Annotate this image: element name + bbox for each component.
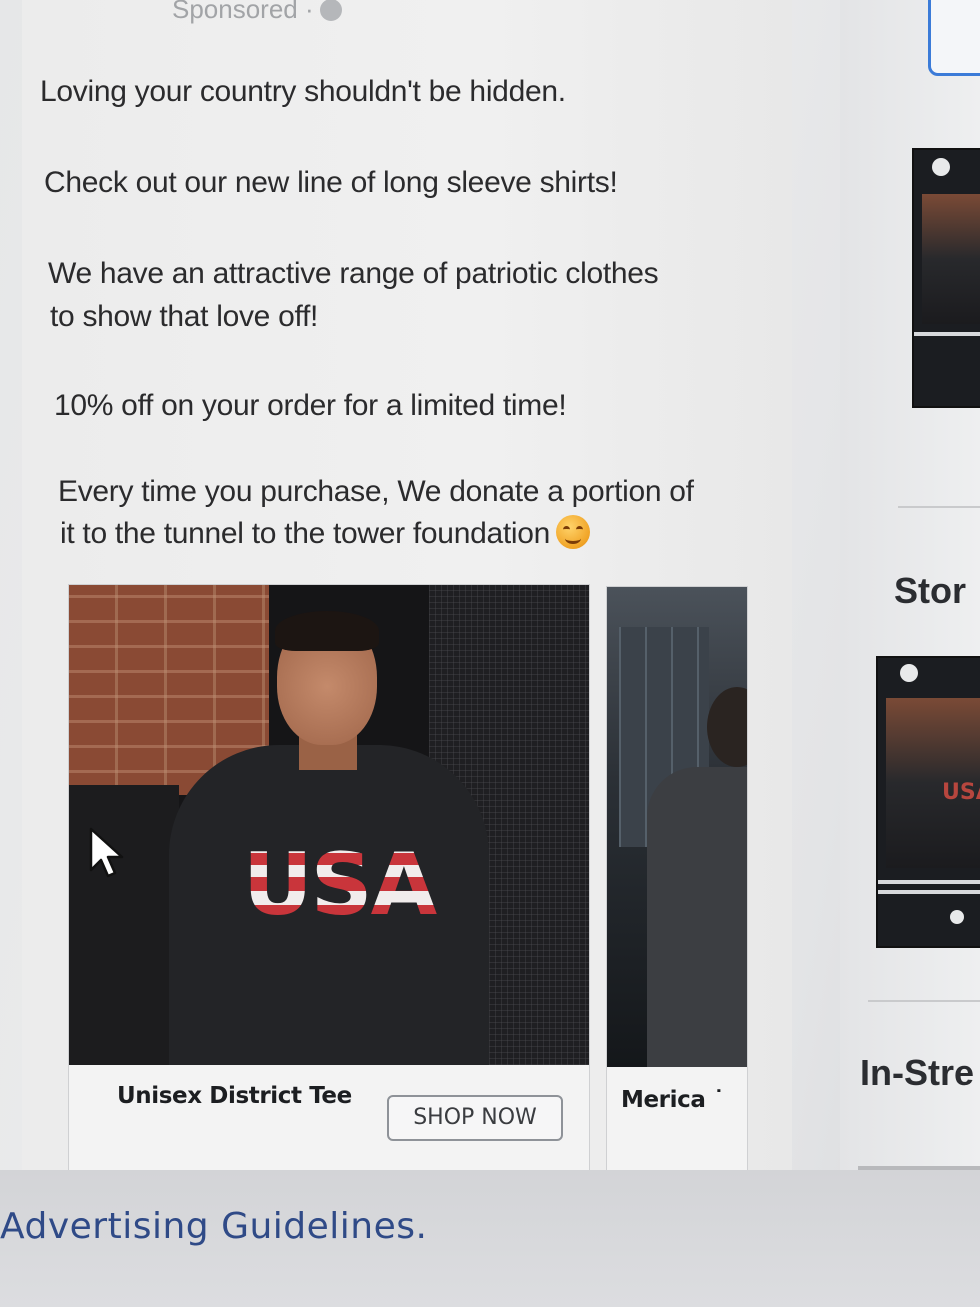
story-image: USA (886, 698, 980, 868)
story-preview-thumbnail[interactable]: USA (876, 656, 980, 948)
story-shirt-print: USA (942, 780, 980, 805)
card-title[interactable]: Unisex District Tee (117, 1083, 352, 1109)
post-text-line-6: Every time you purchase, We donate a por… (58, 475, 694, 508)
divider-2 (868, 1000, 980, 1002)
avatar (932, 158, 950, 176)
post-text-line-3: We have an attractive range of patriotic… (48, 257, 659, 290)
model-figure (647, 767, 747, 1067)
post-text-line-1: Loving your country shouldn't be hidden. (40, 75, 566, 108)
post-text-line-5: 10% off on your order for a limited time… (54, 389, 567, 422)
stories-label: Stor (894, 570, 966, 611)
post-text-line-2: Check out our new line of long sleeve sh… (44, 166, 618, 199)
product-image[interactable]: USA (69, 585, 589, 1065)
product-image-next[interactable] (607, 587, 747, 1067)
sponsored-text: Sponsored · (172, 0, 314, 24)
sponsored-label: Sponsored · (172, 0, 342, 25)
post-text-line-4: to show that love off! (50, 300, 319, 333)
hair (275, 611, 379, 651)
model-head (707, 687, 747, 767)
story-bar-1 (878, 880, 980, 884)
story-avatar (900, 664, 918, 682)
post-text-line-7: it to the tunnel to the tower foundation (60, 517, 551, 550)
story-bar-2 (878, 890, 980, 894)
divider (898, 506, 980, 508)
screen: Sponsored · Loving your country shouldn'… (0, 0, 980, 1307)
globe-icon (319, 0, 342, 21)
sweatshirt: USA (169, 745, 489, 1065)
card-title-next[interactable]: Merica ˙ (621, 1087, 725, 1113)
shop-now-button[interactable]: SHOP NOW (387, 1095, 563, 1141)
ad-preview-thumbnail[interactable] (912, 148, 980, 408)
post-text-line-7-wrap: it to the tunnel to the tower foundation (60, 512, 591, 555)
smiling-emoji-icon (556, 515, 591, 549)
thumbnail-image (922, 194, 980, 324)
mouse-cursor-icon (89, 827, 124, 878)
model-person: USA (149, 611, 509, 1065)
thumbnail-bar (914, 332, 980, 336)
search-input-partial[interactable] (928, 0, 980, 76)
shirt-print: USA (239, 835, 439, 935)
carousel-card-next[interactable]: Merica ˙ (606, 586, 748, 1176)
story-dot (950, 910, 964, 924)
instream-label: In-Stre (860, 1052, 975, 1093)
carousel-card[interactable]: USA Unisex District Tee SHOP NOW (68, 584, 590, 1176)
advertising-guidelines-link[interactable]: Advertising Guidelines. (0, 1206, 427, 1247)
